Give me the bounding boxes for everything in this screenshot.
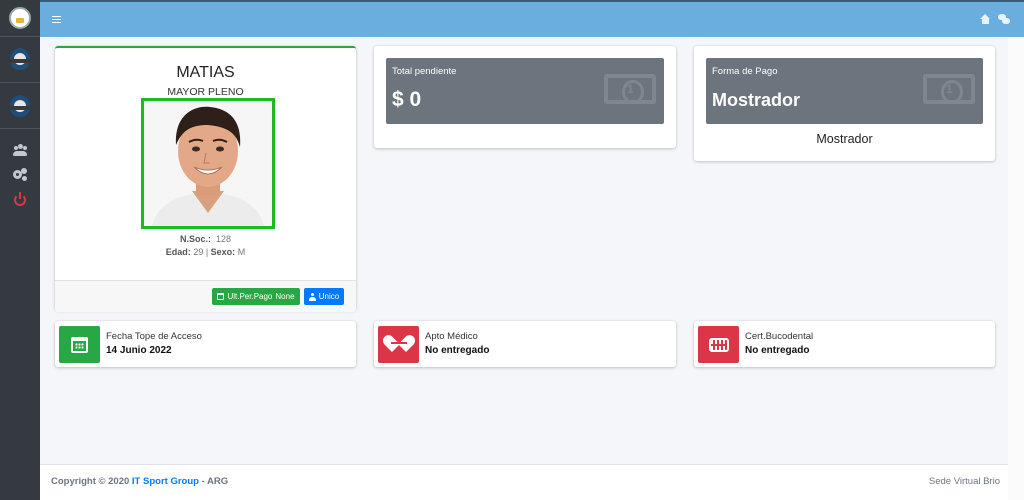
medical-certificate-box: Apto Médico No entregado xyxy=(374,321,676,367)
payment-method-label: Forma de Pago xyxy=(712,66,778,77)
teeth-icon xyxy=(698,326,739,363)
payment-method-text: Mostrador xyxy=(816,132,873,146)
dental-certificate-box: Cert.Bucodental No entregado xyxy=(694,321,995,367)
money-bill-icon xyxy=(604,74,656,104)
company-link[interactable]: IT Sport Group xyxy=(132,476,199,487)
payment-method-box: Forma de Pago Mostrador xyxy=(706,58,983,124)
sidebar-divider xyxy=(0,128,40,129)
home-icon[interactable] xyxy=(980,14,991,24)
member-number: N.Soc.: 128 xyxy=(179,234,232,244)
site-name: Sede Virtual Brio xyxy=(928,476,1000,487)
comments-icon[interactable] xyxy=(998,14,1010,25)
club-logo-icon[interactable] xyxy=(9,7,31,29)
calendar-icon xyxy=(59,326,100,363)
total-pending-label: Total pendiente xyxy=(392,66,457,77)
money-bill-icon xyxy=(923,74,975,104)
profile-card-footer: Ult.Per.Pago None Unico xyxy=(55,280,356,312)
unico-button[interactable]: Unico xyxy=(304,288,344,305)
page-footer: Copyright © 2020 IT Sport Group - ARG Se… xyxy=(40,464,1008,500)
dental-certificate-value: No entregado xyxy=(745,345,810,356)
sidebar xyxy=(0,0,40,500)
dental-certificate-label: Cert.Bucodental xyxy=(745,331,814,342)
access-deadline-label: Fecha Tope de Acceso xyxy=(106,331,202,342)
user-avatar-icon[interactable] xyxy=(10,48,30,70)
total-pending-box: Total pendiente $ 0 xyxy=(386,58,664,124)
top-navbar xyxy=(40,0,1024,37)
member-name: MATIAS xyxy=(176,64,235,81)
profile-card: MATIAS MAYOR PLENO N.Soc.: 128 Edad: 29 … xyxy=(55,46,356,312)
heartbeat-icon xyxy=(378,326,419,363)
sidebar-divider xyxy=(0,82,40,83)
last-payment-period-button[interactable]: Ult.Per.Pago None xyxy=(212,288,300,305)
medical-certificate-value: No entregado xyxy=(425,345,490,356)
users-icon[interactable] xyxy=(13,143,27,157)
copyright-text: Copyright © 2020 IT Sport Group - ARG xyxy=(51,476,229,487)
user-avatar-icon[interactable] xyxy=(10,95,30,117)
cogs-icon[interactable] xyxy=(13,168,27,182)
user-icon xyxy=(308,292,316,301)
payment-method-card: Forma de Pago Mostrador Mostrador xyxy=(694,46,995,161)
scrollbar[interactable] xyxy=(1008,37,1024,500)
power-off-icon[interactable] xyxy=(13,192,27,207)
member-photo xyxy=(141,98,275,229)
access-deadline-value: 14 Junio 2022 xyxy=(106,345,172,356)
bars-icon[interactable] xyxy=(52,16,61,23)
payment-method-value: Mostrador xyxy=(712,90,801,110)
calendar-icon xyxy=(217,293,225,300)
total-pending-value: $ 0 xyxy=(392,88,422,111)
access-deadline-box: Fecha Tope de Acceso 14 Junio 2022 xyxy=(55,321,356,367)
member-category: MAYOR PLENO xyxy=(167,86,244,98)
member-age-sex: Edad: 29 | Sexo: M xyxy=(165,247,246,257)
sidebar-divider xyxy=(0,36,40,37)
medical-certificate-label: Apto Médico xyxy=(425,331,478,342)
total-pending-card: Total pendiente $ 0 xyxy=(374,46,676,148)
